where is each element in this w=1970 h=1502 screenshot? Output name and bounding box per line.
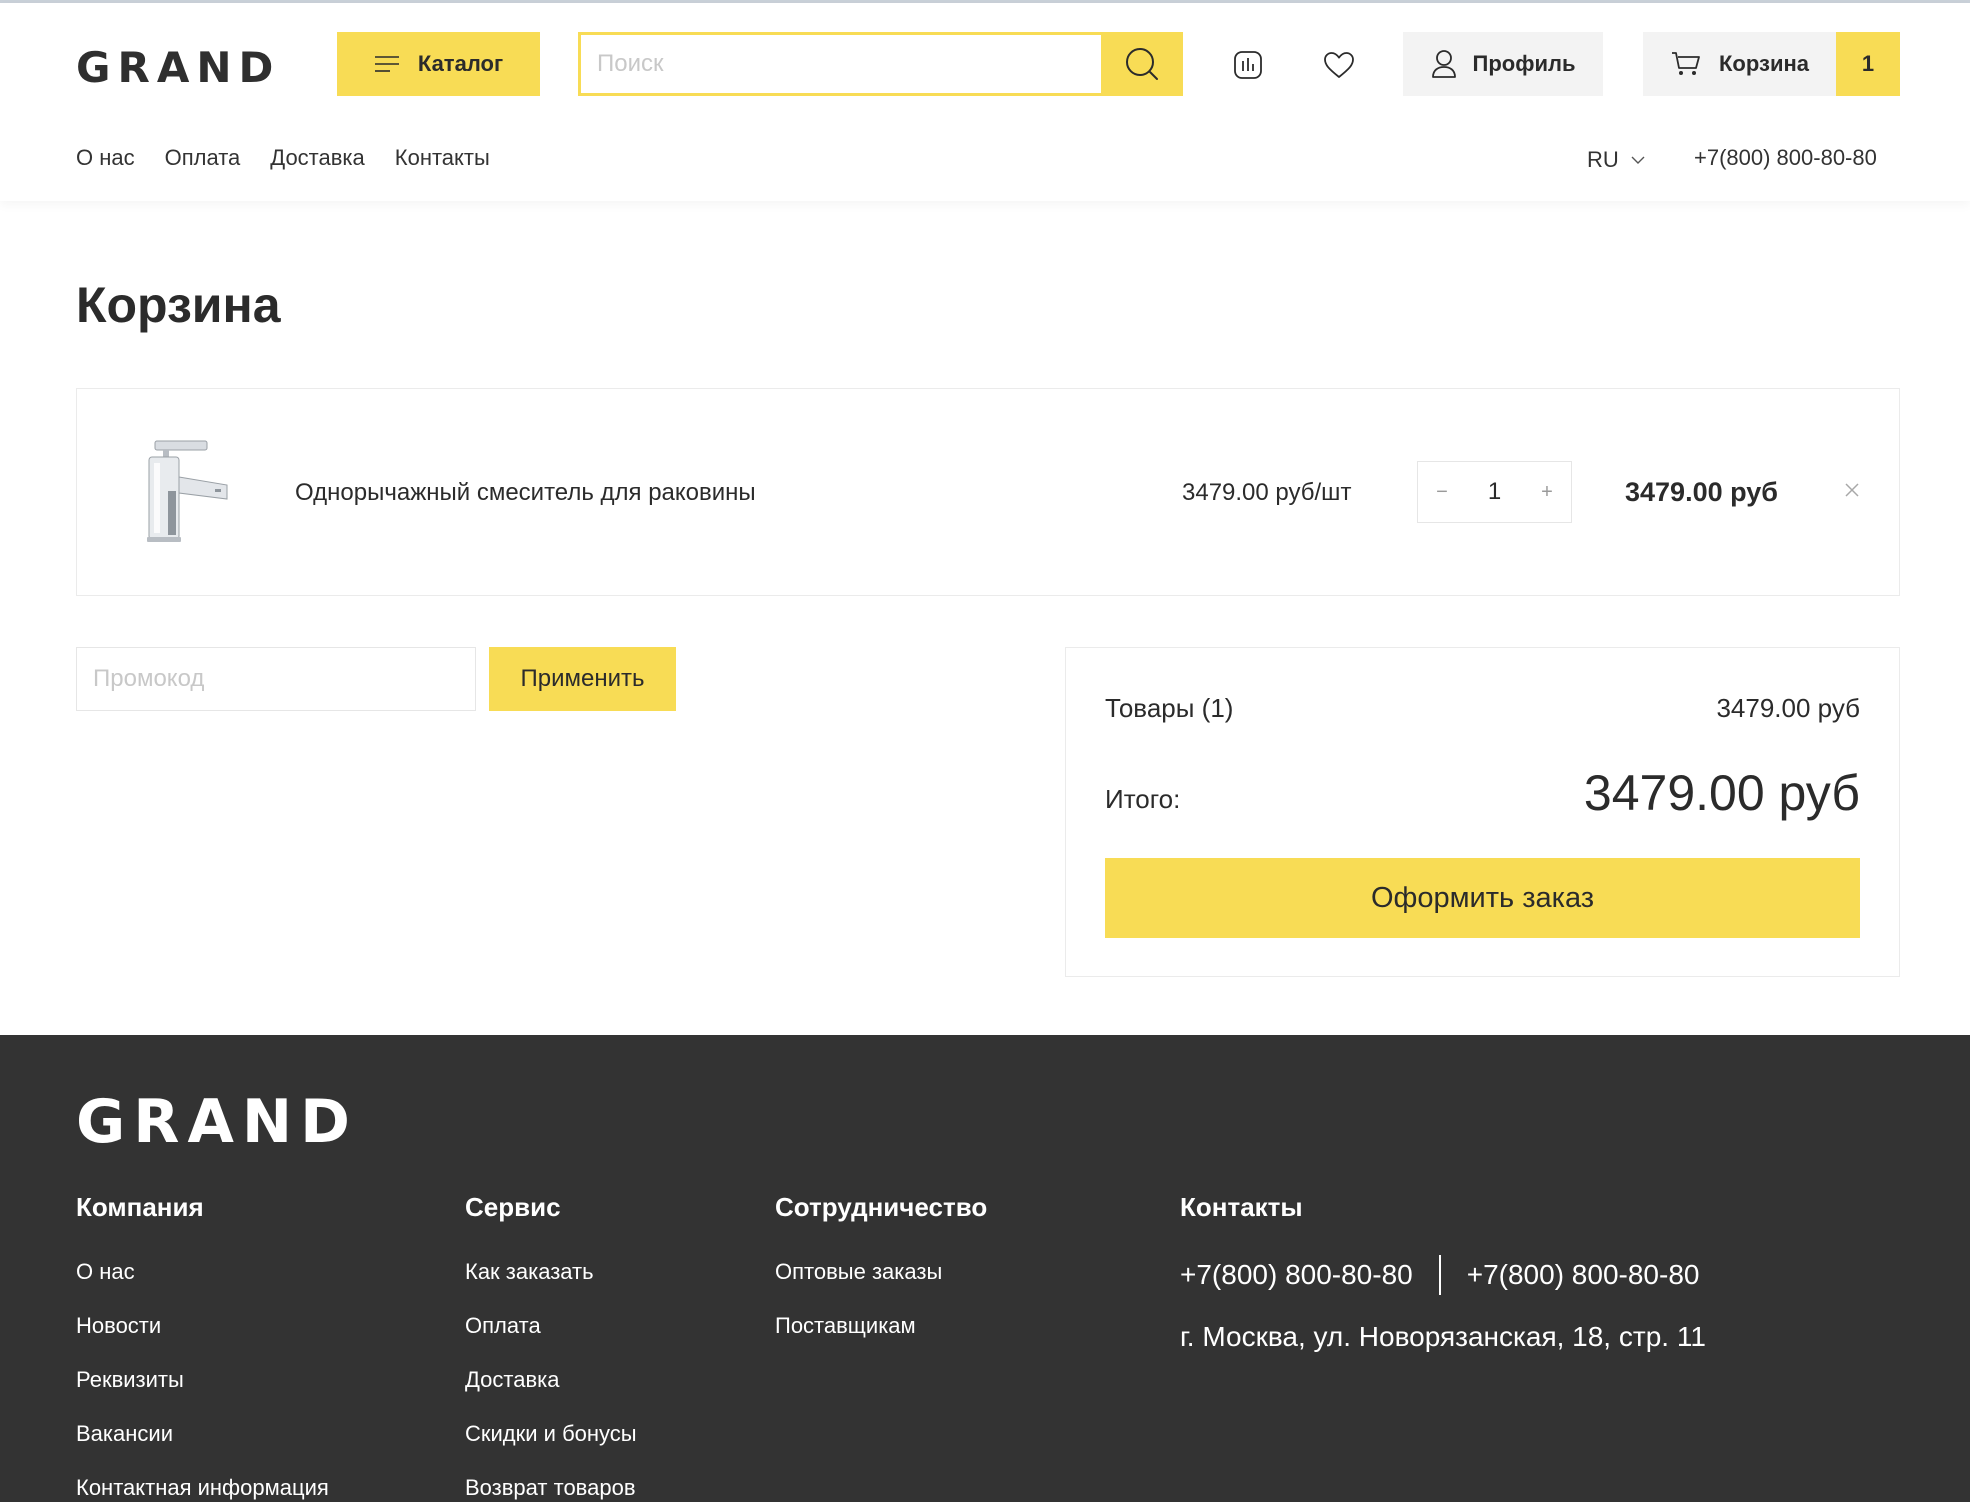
footer-phones: +7(800) 800-80-80 +7(800) 800-80-80 [1180, 1255, 1699, 1295]
nav-link-contacts[interactable]: Контакты [395, 145, 490, 171]
compare-chart-icon [1234, 51, 1262, 79]
cart-item-row: Однорычажный смеситель для раковины 3479… [76, 388, 1900, 596]
footer-link-how-to-order[interactable]: Как заказать [465, 1259, 637, 1284]
profile-label: Профиль [1472, 51, 1576, 76]
quantity-stepper: − 1 + [1417, 461, 1572, 523]
summary-total-value: 3479.00 руб [1583, 765, 1860, 821]
page-title: Корзина [76, 277, 281, 333]
footer-heading-company: Компания [76, 1192, 204, 1222]
order-summary: Товары (1) 3479.00 руб Итого: 3479.00 ру… [1065, 647, 1900, 977]
site-footer: GRAND Компания О нас Новости Реквизиты В… [0, 1035, 1970, 1502]
summary-items-value: 3479.00 руб [1716, 693, 1860, 723]
favorites-button[interactable] [1317, 43, 1361, 87]
cart-button[interactable]: Корзина 1 [1643, 32, 1900, 96]
nav-link-payment[interactable]: Оплата [165, 145, 241, 171]
language-label: RU [1587, 147, 1619, 172]
apply-promo-button[interactable]: Применить [489, 647, 676, 711]
summary-items-label: Товары (1) [1105, 693, 1234, 723]
header-phone[interactable]: +7(800) 800-80-80 [1694, 145, 1877, 171]
footer-heading-service: Сервис [465, 1192, 561, 1222]
cart-label: Корзина [1719, 51, 1809, 76]
cart-label-group: Корзина [1643, 51, 1836, 77]
search-button[interactable] [1101, 32, 1183, 96]
site-logo[interactable]: GRAND [76, 43, 280, 92]
search-bar [578, 32, 1183, 96]
close-icon [1845, 483, 1859, 497]
menu-icon [374, 56, 399, 72]
top-nav: О нас Оплата Доставка Контакты [76, 145, 490, 171]
footer-link-requisites[interactable]: Реквизиты [76, 1367, 329, 1392]
item-name[interactable]: Однорычажный смеситель для раковины [295, 479, 756, 507]
quantity-decrease-button[interactable]: − [1418, 462, 1466, 522]
language-selector[interactable]: RU [1587, 147, 1645, 173]
footer-heading-contacts: Контакты [1180, 1192, 1303, 1222]
footer-logo[interactable]: GRAND [76, 1087, 358, 1157]
quantity-increase-button[interactable]: + [1523, 462, 1571, 522]
footer-link-payment[interactable]: Оплата [465, 1313, 637, 1338]
item-unit-price: 3479.00 руб/шт [1182, 479, 1352, 506]
footer-link-suppliers[interactable]: Поставщикам [775, 1313, 987, 1338]
footer-heading-partnership: Сотрудничество [775, 1192, 988, 1222]
footer-address: г. Москва, ул. Новорязанская, 18, стр. 1… [1180, 1321, 1706, 1352]
cart-count-badge: 1 [1836, 32, 1900, 96]
search-input[interactable] [578, 32, 1101, 96]
catalog-button[interactable]: Каталог [337, 32, 540, 96]
footer-column-partnership: Сотрудничество Оптовые заказы Поставщика… [775, 1192, 987, 1367]
promo-code-input[interactable] [76, 647, 476, 711]
cart-icon [1672, 52, 1700, 75]
item-total-price: 3479.00 руб [1625, 477, 1778, 507]
phone-divider [1438, 1255, 1441, 1295]
chevron-down-icon [1631, 156, 1645, 164]
footer-column-contacts: Контакты [1180, 1192, 1303, 1259]
footer-phone-2[interactable]: +7(800) 800-80-80 [1467, 1259, 1700, 1291]
profile-button[interactable]: Профиль [1403, 32, 1603, 96]
footer-link-returns[interactable]: Возврат товаров [465, 1475, 637, 1500]
site-header: GRAND Каталог Поиск Профиль Корзина 1 О … [0, 3, 1970, 201]
user-icon [1431, 50, 1456, 78]
footer-link-discounts[interactable]: Скидки и бонусы [465, 1421, 637, 1446]
footer-column-service: Сервис Как заказать Оплата Доставка Скид… [465, 1192, 637, 1502]
search-icon [1126, 48, 1158, 80]
checkout-button[interactable]: Оформить заказ [1105, 858, 1860, 938]
catalog-label: Каталог [417, 51, 504, 76]
footer-link-about[interactable]: О нас [76, 1259, 329, 1284]
footer-phone-1[interactable]: +7(800) 800-80-80 [1180, 1259, 1413, 1291]
remove-item-button[interactable] [1837, 475, 1867, 505]
compare-button[interactable] [1226, 43, 1270, 87]
footer-link-vacancies[interactable]: Вакансии [76, 1421, 329, 1446]
footer-link-contact-info[interactable]: Контактная информация [76, 1475, 329, 1500]
footer-link-news[interactable]: Новости [76, 1313, 329, 1338]
summary-total-label: Итого: [1105, 784, 1181, 814]
quantity-value[interactable]: 1 [1466, 478, 1523, 506]
heart-icon [1324, 52, 1354, 78]
footer-link-wholesale[interactable]: Оптовые заказы [775, 1259, 987, 1284]
footer-column-company: Компания О нас Новости Реквизиты Ваканси… [76, 1192, 329, 1502]
footer-link-delivery[interactable]: Доставка [465, 1367, 637, 1392]
faucet-product-image[interactable] [127, 433, 247, 553]
nav-link-about[interactable]: О нас [76, 145, 135, 171]
nav-link-delivery[interactable]: Доставка [270, 145, 364, 171]
